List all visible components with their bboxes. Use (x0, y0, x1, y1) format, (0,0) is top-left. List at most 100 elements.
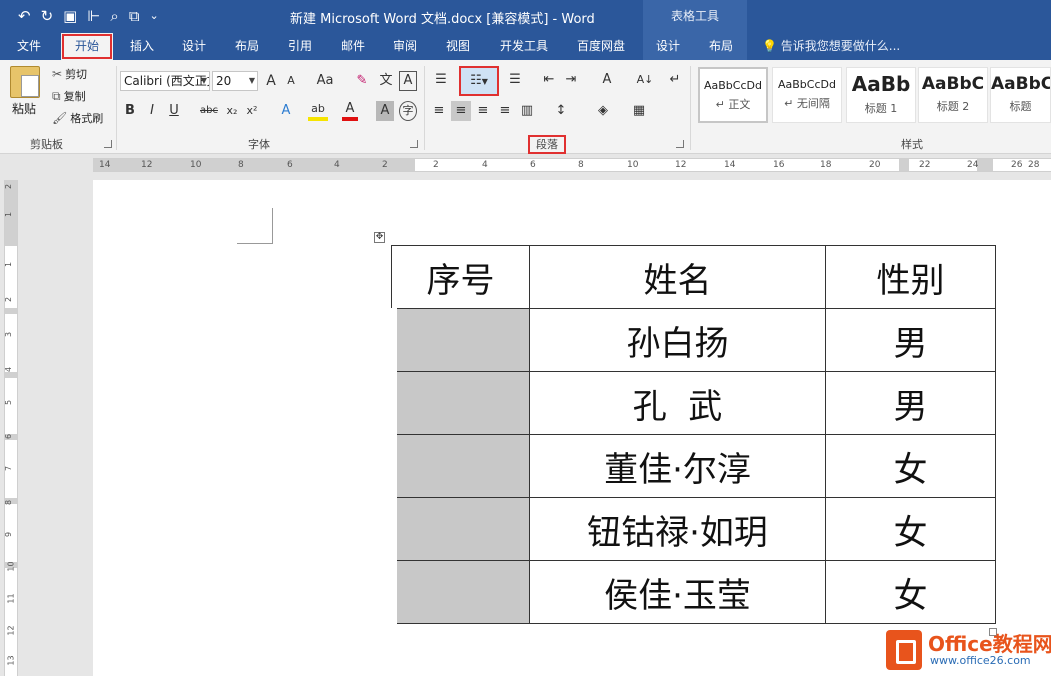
redo-icon[interactable]: ↻ (41, 6, 54, 26)
chinese-layout-button[interactable]: A (594, 70, 620, 90)
borders-button[interactable]: ▦ (624, 101, 654, 121)
name-cell[interactable]: 钮钴禄·如玥 (529, 497, 826, 561)
index-cell-selected[interactable] (386, 308, 530, 372)
index-cell-selected[interactable] (386, 560, 530, 624)
paste-button-label[interactable]: 粘贴 (12, 100, 36, 117)
tab-design[interactable]: 设计 (173, 33, 215, 60)
customize-qat-icon[interactable]: ⌄ (150, 6, 159, 26)
vertical-ruler[interactable]: 2 1 1 2 3 4 5 6 7 8 9 10 11 12 13 (4, 180, 18, 676)
tab-references[interactable]: 引用 (279, 33, 321, 60)
underline-button[interactable]: U (166, 101, 182, 121)
style-no-spacing[interactable]: AaBbCcDd ↵ 无间隔 (772, 67, 842, 123)
format-painter-button[interactable]: 🖌 格式刷 (52, 110, 103, 126)
highlight-color-button[interactable]: ab (308, 101, 328, 121)
paragraph-launcher-icon[interactable] (676, 140, 684, 148)
copy-button[interactable]: ⧉ 复制 (52, 88, 86, 104)
group-divider (116, 66, 117, 150)
character-shading-button[interactable]: A (376, 101, 394, 121)
index-cell-selected[interactable] (386, 497, 530, 561)
distributed-button[interactable]: ▥ (518, 101, 536, 121)
decrease-indent-button[interactable]: ⇤ (540, 70, 558, 90)
office-logo-icon (886, 630, 922, 670)
line-spacing-button[interactable]: ↕ (548, 101, 574, 121)
increase-indent-button[interactable]: ⇥ (562, 70, 580, 90)
justify-button[interactable]: ≡ (496, 101, 514, 121)
character-border-button[interactable]: A (399, 71, 417, 91)
tab-baidu-netdisk[interactable]: 百度网盘 (571, 33, 631, 60)
tab-insert[interactable]: 插入 (121, 33, 163, 60)
shrink-font-button[interactable]: A (282, 71, 300, 91)
tab-mailings[interactable]: 邮件 (332, 33, 374, 60)
cut-button[interactable]: ✂ 剪切 (52, 66, 87, 82)
style-title[interactable]: AaBbC 标题 (990, 67, 1051, 123)
clear-format-button[interactable]: ✎ (352, 71, 372, 91)
name-cell[interactable]: 侯佳·玉莹 (529, 560, 826, 624)
save-icon[interactable]: ▣ (63, 6, 77, 26)
header-name[interactable]: 姓名 (529, 245, 826, 309)
subscript-button[interactable]: x₂ (224, 101, 240, 121)
font-name-combo[interactable]: Calibri (西文正文)▼ (120, 71, 210, 91)
sort-button[interactable]: A↓ (634, 70, 656, 90)
text-effects-button[interactable]: A (276, 101, 296, 121)
tab-table-design[interactable]: 设计 (647, 33, 689, 60)
table-move-handle-icon[interactable]: ✥ (374, 232, 385, 243)
numbering-button[interactable]: ☷▼ (459, 66, 499, 96)
font-size-combo[interactable]: 20 ▼ (212, 71, 258, 91)
index-cell-selected[interactable] (386, 371, 530, 435)
font-launcher-icon[interactable] (410, 140, 418, 148)
index-cell-selected[interactable] (386, 434, 530, 498)
name-cell[interactable]: 孔 武 (529, 371, 826, 435)
tab-view[interactable]: 视图 (437, 33, 479, 60)
enclose-characters-button[interactable]: 字 (399, 101, 417, 121)
strikethrough-button[interactable]: abc (198, 101, 220, 121)
header-index[interactable]: 序号 (391, 245, 530, 309)
style-heading-2[interactable]: AaBbC 标题 2 (918, 67, 988, 123)
tab-developer[interactable]: 开发工具 (494, 33, 554, 60)
superscript-button[interactable]: x² (244, 101, 260, 121)
paragraph-group-label: 段落 (528, 135, 566, 154)
italic-button[interactable]: I (144, 101, 160, 121)
gender-cell[interactable]: 男 (825, 308, 996, 372)
multilevel-list-button[interactable]: ☰ (502, 70, 528, 90)
gender-cell[interactable]: 女 (825, 560, 996, 624)
paste-icon[interactable] (10, 66, 40, 98)
bold-button[interactable]: B (122, 101, 138, 121)
gender-cell[interactable]: 女 (825, 497, 996, 561)
document-page[interactable]: ✥ 序号 姓名 性别 孙白扬 男 孔 武 男 董佳·尔淳 女 钮钴禄·如玥 女 (93, 180, 1051, 676)
align-right-button[interactable]: ≡ (474, 101, 492, 121)
tab-review[interactable]: 审阅 (384, 33, 426, 60)
touch-mode-icon[interactable]: ⧉ (129, 6, 140, 26)
style-heading-1[interactable]: AaBb 标题 1 (846, 67, 916, 123)
header-gender[interactable]: 性别 (825, 245, 996, 309)
grow-font-button[interactable]: A (262, 71, 280, 91)
print-preview-icon[interactable]: ⌕ (110, 6, 118, 26)
undo-icon[interactable]: ↶ (18, 6, 31, 26)
data-table[interactable]: 序号 姓名 性别 孙白扬 男 孔 武 男 董佳·尔淳 女 钮钴禄·如玥 女 侯佳… (386, 245, 996, 624)
table-row: 侯佳·玉莹 女 (386, 560, 996, 624)
font-color-button[interactable]: A (342, 101, 358, 121)
show-marks-button[interactable]: ↵ (666, 70, 684, 90)
align-left-button[interactable]: ≡ (430, 101, 448, 121)
clipboard-launcher-icon[interactable] (104, 140, 112, 148)
tell-me-search[interactable]: 💡 告诉我您想要做什么... (762, 33, 900, 60)
tab-layout[interactable]: 布局 (226, 33, 268, 60)
gender-cell[interactable]: 女 (825, 434, 996, 498)
phonetic-guide-button[interactable]: 文 (376, 71, 396, 91)
font-group-label: 字体 (248, 138, 270, 151)
name-cell[interactable]: 孙白扬 (529, 308, 826, 372)
change-case-button[interactable]: Aa (310, 71, 340, 91)
name-cell[interactable]: 董佳·尔淳 (529, 434, 826, 498)
office26-watermark: Office教程网 www.office26.com (886, 626, 1051, 676)
tab-home[interactable]: 开始 (61, 33, 113, 60)
paragraph-shading-button[interactable]: ◈ (590, 101, 616, 121)
ruler-number: 2 (433, 160, 439, 170)
bullets-button[interactable]: ☰ (430, 70, 452, 90)
tab-table-layout[interactable]: 布局 (700, 33, 742, 60)
tab-file[interactable]: 文件 (8, 33, 50, 60)
center-button[interactable]: ≡ (451, 101, 471, 121)
horizontal-ruler[interactable]: 14 12 10 8 6 4 2 2 4 6 8 10 12 14 16 18 20 22 24 26 28 (93, 158, 1051, 172)
gender-cell[interactable]: 男 (825, 371, 996, 435)
style-normal[interactable]: AaBbCcDd ↵ 正文 (698, 67, 768, 123)
ruler-number: 12 (675, 160, 687, 170)
format-painter-icon[interactable]: ⊩ (87, 6, 100, 26)
